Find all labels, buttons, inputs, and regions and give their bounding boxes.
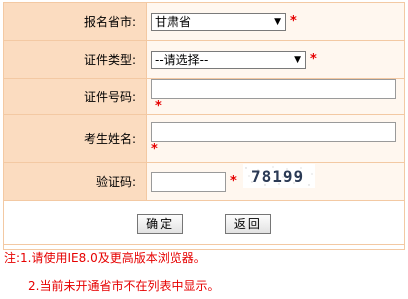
note-line-2: 2.当前未开通省市不在列表中显示。 [28, 279, 220, 293]
cert-type-label: 证件类型: [3, 40, 147, 79]
row-name: 考生姓名: * [3, 114, 405, 163]
back-button[interactable]: 返回 [224, 214, 271, 234]
note-line-1: 注:1.请使用IE8.0及更高版本浏览器。 [4, 251, 206, 265]
required-mark: * [290, 14, 297, 29]
row-cert-no: 证件号码: * [3, 78, 405, 115]
row-cert-type: 证件类型: --请选择-- ▼ * [3, 40, 405, 79]
registration-query-form: 报名省市: 甘肃省 ▼ * 证件类型: --请选择-- ▼ * 证件号码: * [0, 0, 408, 299]
chevron-down-icon: ▼ [294, 54, 301, 65]
cert-no-cell: * [146, 78, 405, 115]
required-mark: * [230, 174, 237, 189]
cert-no-label: 证件号码: [3, 78, 147, 115]
name-cell: * [146, 114, 405, 163]
captcha-image[interactable]: 78199 [242, 163, 315, 188]
province-label: 报名省市: [3, 2, 147, 41]
required-mark: * [151, 141, 158, 157]
captcha-input[interactable] [151, 171, 226, 192]
chevron-down-icon: ▼ [274, 16, 281, 27]
cert-type-select-value: --请选择-- [155, 52, 209, 67]
province-select-value: 甘肃省 [155, 14, 192, 29]
captcha-cell: * 78199 [146, 162, 405, 201]
notes-section: 注:1.请使用IE8.0及更高版本浏览器。 2.当前未开通省市不在列表中显示。 [3, 244, 405, 293]
cert-no-input[interactable] [151, 79, 396, 99]
required-mark: * [155, 99, 162, 114]
cert-type-cell: --请选择-- ▼ * [146, 40, 405, 79]
name-label: 考生姓名: [3, 114, 147, 163]
button-bar: 确定 返回 [3, 214, 405, 238]
province-select[interactable]: 甘肃省 ▼ [151, 12, 286, 31]
captcha-label: 验证码: [3, 162, 147, 201]
form-table: 报名省市: 甘肃省 ▼ * 证件类型: --请选择-- ▼ * 证件号码: * [3, 2, 405, 250]
captcha-text: 78199 [251, 167, 304, 186]
cert-type-select[interactable]: --请选择-- ▼ [151, 50, 306, 69]
province-cell: 甘肃省 ▼ * [146, 2, 405, 41]
required-mark: * [310, 52, 317, 67]
confirm-button[interactable]: 确定 [137, 214, 184, 234]
row-province: 报名省市: 甘肃省 ▼ * [3, 2, 405, 41]
row-captcha: 验证码: * 78199 [3, 162, 405, 201]
name-input[interactable] [151, 121, 396, 142]
